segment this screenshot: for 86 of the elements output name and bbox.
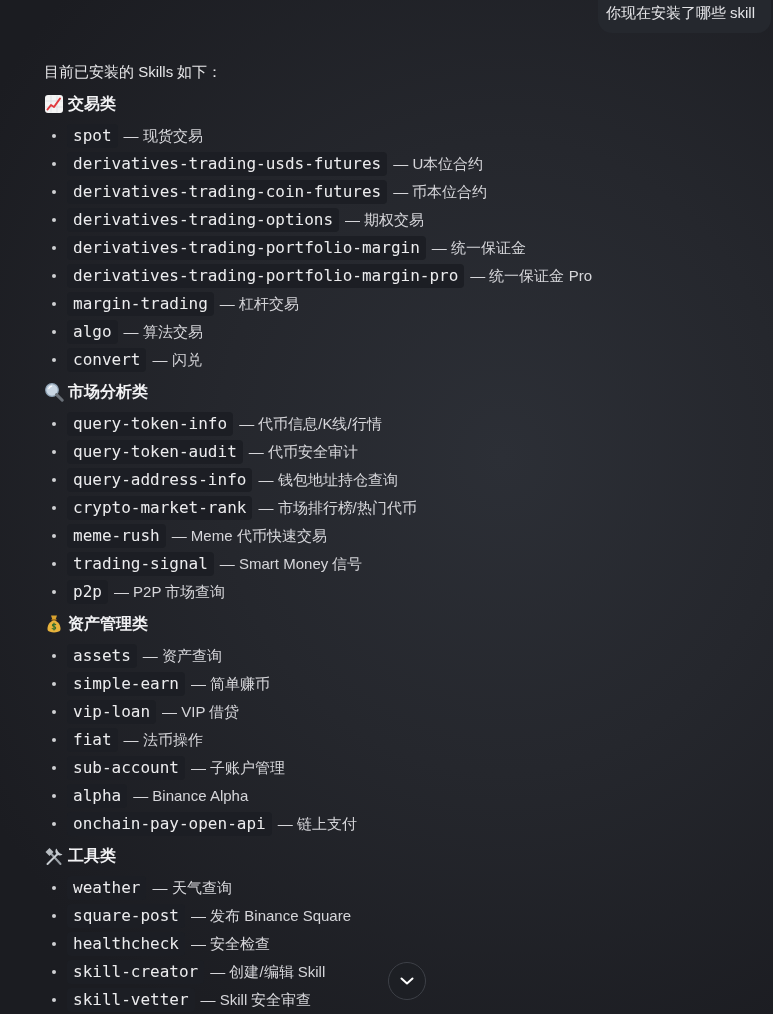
skill-name: query-address-info [67, 468, 253, 492]
section-heading: 市场分析类 [68, 382, 148, 402]
bullet-icon [52, 478, 56, 482]
skill-description: — 杠杆交易 [219, 293, 300, 314]
skill-description: — Binance Alpha [133, 785, 249, 806]
bullet-icon [52, 422, 56, 426]
skill-description: — 子账户管理 [190, 757, 286, 778]
bullet-icon [52, 562, 56, 566]
skill-name: vip-loan [67, 700, 157, 724]
skill-description: — 统一保证金 [431, 237, 526, 258]
bullet-icon [52, 506, 56, 510]
scroll-down-button[interactable] [388, 962, 426, 1000]
skill-description: — Smart Money 信号 [219, 553, 363, 574]
skill-name: meme-rush [67, 524, 166, 548]
skill-description: — 链上支付 [277, 813, 357, 834]
section-heading: 交易类 [68, 94, 116, 114]
skill-name: trading-signal [67, 552, 214, 576]
bullet-icon [52, 766, 56, 770]
bullet-icon [52, 190, 56, 194]
bullet-icon [52, 302, 56, 306]
bullet-icon [52, 794, 56, 798]
chevron-down-icon [400, 977, 414, 985]
skill-name: simple-earn [67, 672, 185, 696]
bullet-icon [52, 218, 56, 222]
skill-description: — 期权交易 [345, 209, 425, 230]
bullet-icon [52, 738, 56, 742]
bullet-icon [52, 590, 56, 594]
skill-description: — 安全检查 [190, 933, 271, 954]
skill-description: — 算法交易 [123, 321, 203, 342]
chart-rising-icon [44, 94, 64, 114]
skill-description: — 钱包地址持仓查询 [258, 469, 398, 490]
skill-name: convert [67, 348, 147, 372]
user-message: 你现在安装了哪些 skill [597, 0, 771, 33]
skill-name: margin-trading [67, 292, 214, 316]
skill-description: — 市场排行榜/热门代币 [258, 497, 417, 518]
section-heading: 资产管理类 [68, 614, 148, 634]
skill-description: — VIP 借贷 [162, 701, 240, 722]
skill-name: derivatives-trading-portfolio-margin-pro [67, 264, 465, 288]
bullet-icon [52, 942, 56, 946]
bullet-icon [52, 534, 56, 538]
section-heading: 工具类 [68, 846, 116, 866]
bullet-icon [52, 822, 56, 826]
skill-name: query-token-info [67, 412, 234, 436]
skill-description: — 天气查询 [152, 877, 232, 898]
bullet-icon [52, 914, 56, 918]
skill-name: p2p [67, 580, 108, 604]
skill-description: — 代币安全审计 [248, 441, 358, 462]
skill-description: — U本位合约 [393, 153, 484, 174]
skill-name: query-token-audit [67, 440, 243, 464]
bullet-icon [52, 998, 56, 1002]
skill-name: derivatives-trading-usds-futures [67, 152, 388, 176]
magnifier-icon [44, 382, 64, 402]
skill-description: — 闪兑 [152, 349, 202, 370]
skill-description: — 统一保证金 Pro [470, 265, 592, 286]
bullet-icon [52, 162, 56, 166]
skill-description: — Meme 代币快速交易 [171, 525, 327, 546]
bullet-icon [52, 358, 56, 362]
skill-description: — Skill 安全审查 [200, 989, 312, 1010]
skill-description: — 资产查询 [142, 645, 222, 666]
skill-name: assets [67, 644, 137, 668]
bullet-icon [52, 450, 56, 454]
intro-text: 目前已安装的 Skills 如下： [44, 61, 224, 82]
skill-description: — 现货交易 [123, 125, 203, 146]
bullet-icon [52, 654, 56, 658]
bullet-icon [52, 886, 56, 890]
skill-name: derivatives-trading-portfolio-margin [67, 236, 426, 260]
bullet-icon [52, 710, 56, 714]
skill-name: derivatives-trading-coin-futures [67, 180, 388, 204]
skill-name: fiat [67, 728, 118, 752]
bullet-icon [52, 330, 56, 334]
skill-description: — P2P 市场查询 [113, 581, 226, 602]
skill-name: crypto-market-rank [67, 496, 253, 520]
skill-description: — 创建/编辑 Skill [210, 961, 326, 982]
bullet-icon [52, 246, 56, 250]
skill-name: algo [67, 320, 118, 344]
skill-description: — 简单赚币 [190, 673, 271, 694]
bullet-icon [52, 682, 56, 686]
skill-description: — 发布 Binance Square [190, 905, 352, 926]
bullet-icon [52, 134, 56, 138]
hammer-and-wrench-icon [44, 846, 64, 866]
skill-name: derivatives-trading-options [67, 208, 340, 232]
bullet-icon [52, 274, 56, 278]
bullet-icon [52, 970, 56, 974]
skill-description: — 代币信息/K线/行情 [239, 413, 382, 434]
skill-description: — 币本位合约 [393, 181, 488, 202]
skill-description: — 法币操作 [123, 729, 203, 750]
